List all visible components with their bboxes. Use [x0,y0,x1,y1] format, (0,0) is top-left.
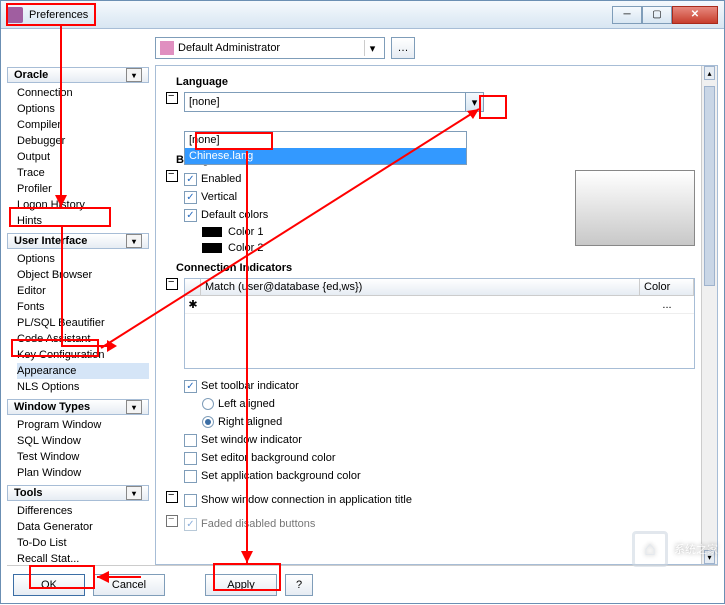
sidebar-item-key-configuration[interactable]: Key Configuration [17,347,149,363]
sidebar: Oracle ▾ Connection Options Compiler Deb… [7,65,149,565]
window-indicator-checkbox[interactable] [184,434,197,447]
vertical-scrollbar[interactable]: ▴ ▾ [701,66,717,564]
window-title: Preferences [29,9,612,21]
faded-buttons-checkbox[interactable] [184,518,197,531]
chevron-down-icon[interactable]: ▾ [126,68,142,82]
sidebar-item-plan-window[interactable]: Plan Window [17,465,149,481]
show-conn-title-checkbox[interactable] [184,494,197,507]
column-color: Color [640,279,694,295]
sidebar-item-logon-history[interactable]: Logon History [17,197,149,213]
close-button[interactable]: ✕ [672,6,718,24]
chevron-down-icon[interactable]: ▾ [126,234,142,248]
language-selected: [none] [185,96,465,108]
sidebar-item-editor[interactable]: Editor [17,283,149,299]
apply-button[interactable]: Apply [205,574,277,596]
scroll-up-icon[interactable]: ▴ [704,66,715,80]
editor-bgcolor-checkbox[interactable] [184,452,197,465]
sidebar-item-differences[interactable]: Differences [17,503,149,519]
minimize-button[interactable]: ─ [612,6,642,24]
admin-label: Default Administrator [178,42,280,54]
color-cell-ellipsis[interactable]: ... [640,299,694,311]
gradient-preview [575,170,695,246]
sidebar-item-program-window[interactable]: Program Window [17,417,149,433]
chevron-down-icon[interactable]: ▾ [126,400,142,414]
sidebar-item-todo-list[interactable]: To-Do List [17,535,149,551]
sidebar-item-output[interactable]: Output [17,149,149,165]
section-connind-header: Connection Indicators [176,262,695,274]
toolbar-indicator-checkbox[interactable] [184,380,197,393]
settings-pane: Language [none] ▾ [none] Chinese.lang Ba… [155,65,718,565]
sidebar-item-nls-options[interactable]: NLS Options [17,379,149,395]
sidebar-item-ui-options[interactable]: Options [17,251,149,267]
sidebar-item-appearance[interactable]: Appearance [17,363,149,379]
enabled-checkbox[interactable] [184,173,197,186]
admin-selector[interactable]: Default Administrator ▾ [155,37,385,59]
sidebar-item-plsql-beautifier[interactable]: PL/SQL Beautifier [17,315,149,331]
cancel-button[interactable]: Cancel [93,574,165,596]
sidebar-item-connection[interactable]: Connection [17,85,149,101]
sidebar-header-window-types[interactable]: Window Types ▾ [7,399,149,415]
new-row-marker: ✱ [185,298,201,311]
scroll-thumb[interactable] [704,86,715,286]
default-colors-checkbox[interactable] [184,209,197,222]
language-select[interactable]: [none] ▾ [184,92,484,112]
language-dropdown-list[interactable]: [none] Chinese.lang [184,131,467,165]
sidebar-item-debugger[interactable]: Debugger [17,133,149,149]
sidebar-header-oracle[interactable]: Oracle ▾ [7,67,149,83]
sidebar-item-hints[interactable]: Hints [17,213,149,229]
app-bgcolor-checkbox[interactable] [184,470,197,483]
sidebar-item-profiler[interactable]: Profiler [17,181,149,197]
chevron-down-icon[interactable]: ▾ [126,486,142,500]
sidebar-item-object-browser[interactable]: Object Browser [17,267,149,283]
preferences-window: Preferences ─ ▢ ✕ Default Administrator … [0,0,725,604]
color1-swatch[interactable] [202,227,222,237]
sidebar-item-compiler[interactable]: Compiler [17,117,149,133]
language-option-none[interactable]: [none] [185,132,466,148]
chevron-down-icon[interactable]: ▾ [465,93,483,111]
sidebar-item-data-generator[interactable]: Data Generator [17,519,149,535]
maximize-button[interactable]: ▢ [642,6,672,24]
chevron-down-icon[interactable]: ▾ [364,40,380,56]
help-button[interactable]: ? [285,574,313,596]
sidebar-item-trace[interactable]: Trace [17,165,149,181]
titlebar[interactable]: Preferences ─ ▢ ✕ [1,1,724,29]
sidebar-header-ui[interactable]: User Interface ▾ [7,233,149,249]
column-match: Match (user@database {ed,ws}) [201,279,640,295]
admin-ellipsis-button[interactable]: … [391,37,415,59]
scroll-down-icon[interactable]: ▾ [704,550,715,564]
vertical-checkbox[interactable] [184,191,197,204]
app-icon [7,7,23,23]
sidebar-item-test-window[interactable]: Test Window [17,449,149,465]
color2-swatch[interactable] [202,243,222,253]
sidebar-item-code-assistant[interactable]: Code Assistant [17,331,149,347]
sidebar-header-tools[interactable]: Tools ▾ [7,485,149,501]
admin-icon [160,41,174,55]
language-option-chinese[interactable]: Chinese.lang [185,148,466,164]
right-aligned-radio[interactable] [202,416,214,428]
sidebar-item-recall[interactable]: Recall Stat... [17,551,149,565]
sidebar-item-sql-window[interactable]: SQL Window [17,433,149,449]
section-language-header: Language [176,76,695,88]
ok-button[interactable]: OK [13,574,85,596]
sidebar-item-fonts[interactable]: Fonts [17,299,149,315]
button-bar: OK Cancel Apply ? [7,565,718,597]
left-aligned-radio[interactable] [202,398,214,410]
connection-table[interactable]: Match (user@database {ed,ws}) Color ✱ ..… [184,278,695,369]
sidebar-item-options[interactable]: Options [17,101,149,117]
